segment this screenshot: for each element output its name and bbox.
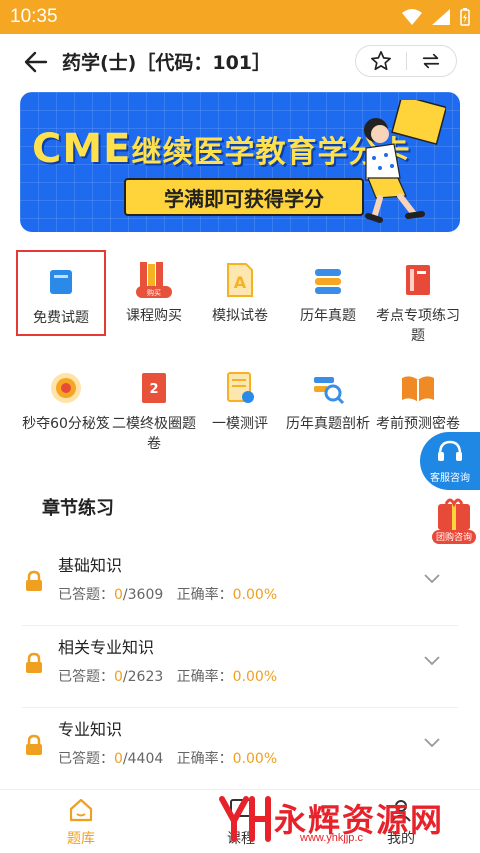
watermark-logo-icon bbox=[219, 796, 271, 842]
category-label: 秒夺60分秘笈 bbox=[22, 416, 110, 432]
chapter-row[interactable]: 基础知识 已答题：0/3609 正确率：0.00% bbox=[22, 546, 458, 626]
svg-text:购买: 购买 bbox=[147, 288, 161, 297]
banner-girl-illustration bbox=[364, 100, 446, 223]
promo-banner[interactable]: CME继续医学教育学分卡 学满即可获得学分 bbox=[20, 92, 460, 232]
answered-count: 0 bbox=[114, 669, 123, 685]
total-count: /2623 bbox=[122, 669, 164, 685]
chevron-down-icon[interactable] bbox=[422, 568, 442, 588]
category-topic-practice[interactable]: 考点专项练习题 bbox=[370, 260, 466, 346]
category-free-questions[interactable]: 免费试题 bbox=[16, 250, 106, 336]
chapter-name: 基础知识 bbox=[58, 556, 123, 575]
chapter-name: 相关专业知识 bbox=[58, 638, 155, 657]
exam-paper-icon: A bbox=[220, 260, 260, 300]
accuracy-rate: 0.00% bbox=[232, 669, 278, 685]
layers-icon bbox=[308, 260, 348, 300]
category-label: 免费试题 bbox=[33, 310, 89, 326]
battery-icon bbox=[460, 8, 470, 26]
headset-icon bbox=[438, 440, 462, 461]
banner-subline: 学满即可获得学分 bbox=[124, 178, 364, 216]
banner-cme: CME bbox=[32, 126, 132, 172]
answered-label: 已答题： bbox=[58, 669, 114, 685]
books-purchase-icon: 购买 bbox=[134, 260, 174, 300]
total-count: /3609 bbox=[122, 587, 164, 603]
chapter-row[interactable]: 专业知识 已答题：0/4404 正确率：0.00% bbox=[22, 710, 458, 790]
evaluation-icon bbox=[220, 368, 260, 408]
target-icon bbox=[46, 368, 86, 408]
svg-text:A: A bbox=[234, 273, 247, 292]
paper-2-icon: 2 bbox=[134, 368, 174, 408]
chapter-stats: 已答题：0/2623 正确率：0.00% bbox=[58, 666, 277, 686]
rate-label: 正确率： bbox=[176, 587, 233, 603]
favorite-button[interactable] bbox=[356, 46, 406, 76]
open-book-icon bbox=[398, 368, 438, 408]
customer-service-label: 客服咨询 bbox=[430, 473, 470, 484]
category-label: 考前预测密卷 bbox=[376, 416, 460, 432]
header-actions bbox=[355, 45, 457, 77]
lock-icon bbox=[26, 652, 42, 673]
page-title: 药学(士)［代码：101］ bbox=[62, 52, 272, 74]
answered-count: 0 bbox=[114, 587, 123, 603]
category-label: 二模终极圈题卷 bbox=[112, 416, 196, 452]
gift-icon: 团购咨询 bbox=[432, 498, 476, 544]
rate-label: 正确率： bbox=[176, 669, 233, 685]
answered-count: 0 bbox=[114, 751, 123, 767]
switch-button[interactable] bbox=[407, 46, 457, 76]
category-label: 历年真题 bbox=[300, 308, 356, 324]
chapter-stats: 已答题：0/3609 正确率：0.00% bbox=[58, 584, 277, 604]
notebook-icon bbox=[398, 260, 438, 300]
nav-label: 题库 bbox=[67, 831, 95, 847]
chapter-stats: 已答题：0/4404 正确率：0.00% bbox=[58, 748, 277, 768]
category-label: 考点专项练习题 bbox=[376, 308, 460, 344]
category-label: 历年真题剖析 bbox=[286, 416, 370, 432]
book-icon bbox=[41, 262, 81, 302]
category-past-analysis[interactable]: 历年真题剖析 bbox=[280, 368, 376, 434]
category-predict-paper[interactable]: 考前预测密卷 bbox=[370, 368, 466, 434]
rate-label: 正确率： bbox=[176, 751, 233, 767]
back-arrow-icon[interactable] bbox=[22, 48, 50, 76]
group-buy-label: 团购咨询 bbox=[436, 531, 472, 543]
lock-icon bbox=[26, 570, 42, 591]
chevron-down-icon[interactable] bbox=[422, 732, 442, 752]
signal-icon bbox=[432, 9, 450, 25]
category-past-exams[interactable]: 历年真题 bbox=[280, 260, 376, 326]
magnify-analysis-icon bbox=[308, 368, 348, 408]
answered-label: 已答题： bbox=[58, 587, 114, 603]
total-count: /4404 bbox=[122, 751, 164, 767]
home-icon bbox=[69, 798, 93, 822]
answered-label: 已答题： bbox=[58, 751, 114, 767]
chapter-name: 专业知识 bbox=[58, 720, 123, 739]
lock-icon bbox=[26, 734, 42, 755]
category-second-mock[interactable]: 2 二模终极圈题卷 bbox=[106, 368, 202, 454]
category-course-purchase[interactable]: 购买 课程购买 bbox=[106, 260, 202, 326]
category-label: 一模测评 bbox=[212, 416, 268, 432]
nav-question-bank[interactable]: 题库 bbox=[36, 796, 126, 848]
status-time: 10:35 bbox=[10, 6, 58, 27]
wifi-icon bbox=[402, 9, 422, 25]
category-first-mock[interactable]: 一模测评 bbox=[192, 368, 288, 434]
section-title: 章节练习 bbox=[42, 498, 114, 519]
star-icon bbox=[370, 51, 391, 71]
accuracy-rate: 0.00% bbox=[232, 751, 278, 767]
app-header: 药学(士)［代码：101］ bbox=[0, 34, 480, 88]
category-label: 模拟试卷 bbox=[212, 308, 268, 324]
switch-arrows-icon bbox=[423, 53, 440, 69]
svg-text:2: 2 bbox=[149, 382, 158, 397]
accuracy-rate: 0.00% bbox=[232, 587, 278, 603]
chevron-down-icon[interactable] bbox=[422, 650, 442, 670]
customer-service-button[interactable]: 客服咨询 bbox=[420, 432, 480, 490]
category-label: 课程购买 bbox=[126, 308, 182, 324]
category-60-points[interactable]: 秒夺60分秘笈 bbox=[18, 368, 114, 434]
group-buy-button[interactable]: 团购咨询 bbox=[428, 494, 480, 548]
chapter-row[interactable]: 相关专业知识 已答题：0/2623 正确率：0.00% bbox=[22, 628, 458, 708]
category-mock-exam[interactable]: A 模拟试卷 bbox=[192, 260, 288, 326]
watermark-url: www.yhkjjp.c bbox=[300, 832, 363, 844]
status-bar: 10:35 bbox=[0, 0, 480, 34]
